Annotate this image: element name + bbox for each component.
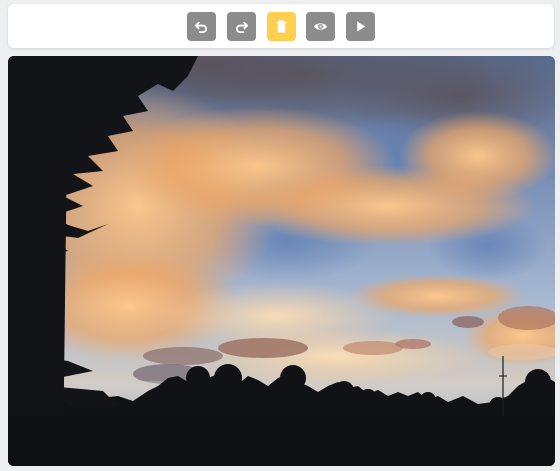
delete-button[interactable] [267, 12, 296, 41]
undo-icon [194, 21, 207, 34]
redo-icon [236, 21, 249, 34]
preview-button[interactable] [306, 12, 335, 41]
redo-button[interactable] [227, 12, 256, 41]
sunset-photo [8, 56, 555, 466]
undo-button[interactable] [187, 12, 216, 41]
image-canvas[interactable] [8, 56, 555, 466]
eye-icon [313, 23, 328, 30]
editor-toolbar [8, 4, 554, 48]
play-icon [357, 21, 366, 32]
play-button[interactable] [346, 12, 375, 41]
trash-icon [276, 20, 287, 33]
